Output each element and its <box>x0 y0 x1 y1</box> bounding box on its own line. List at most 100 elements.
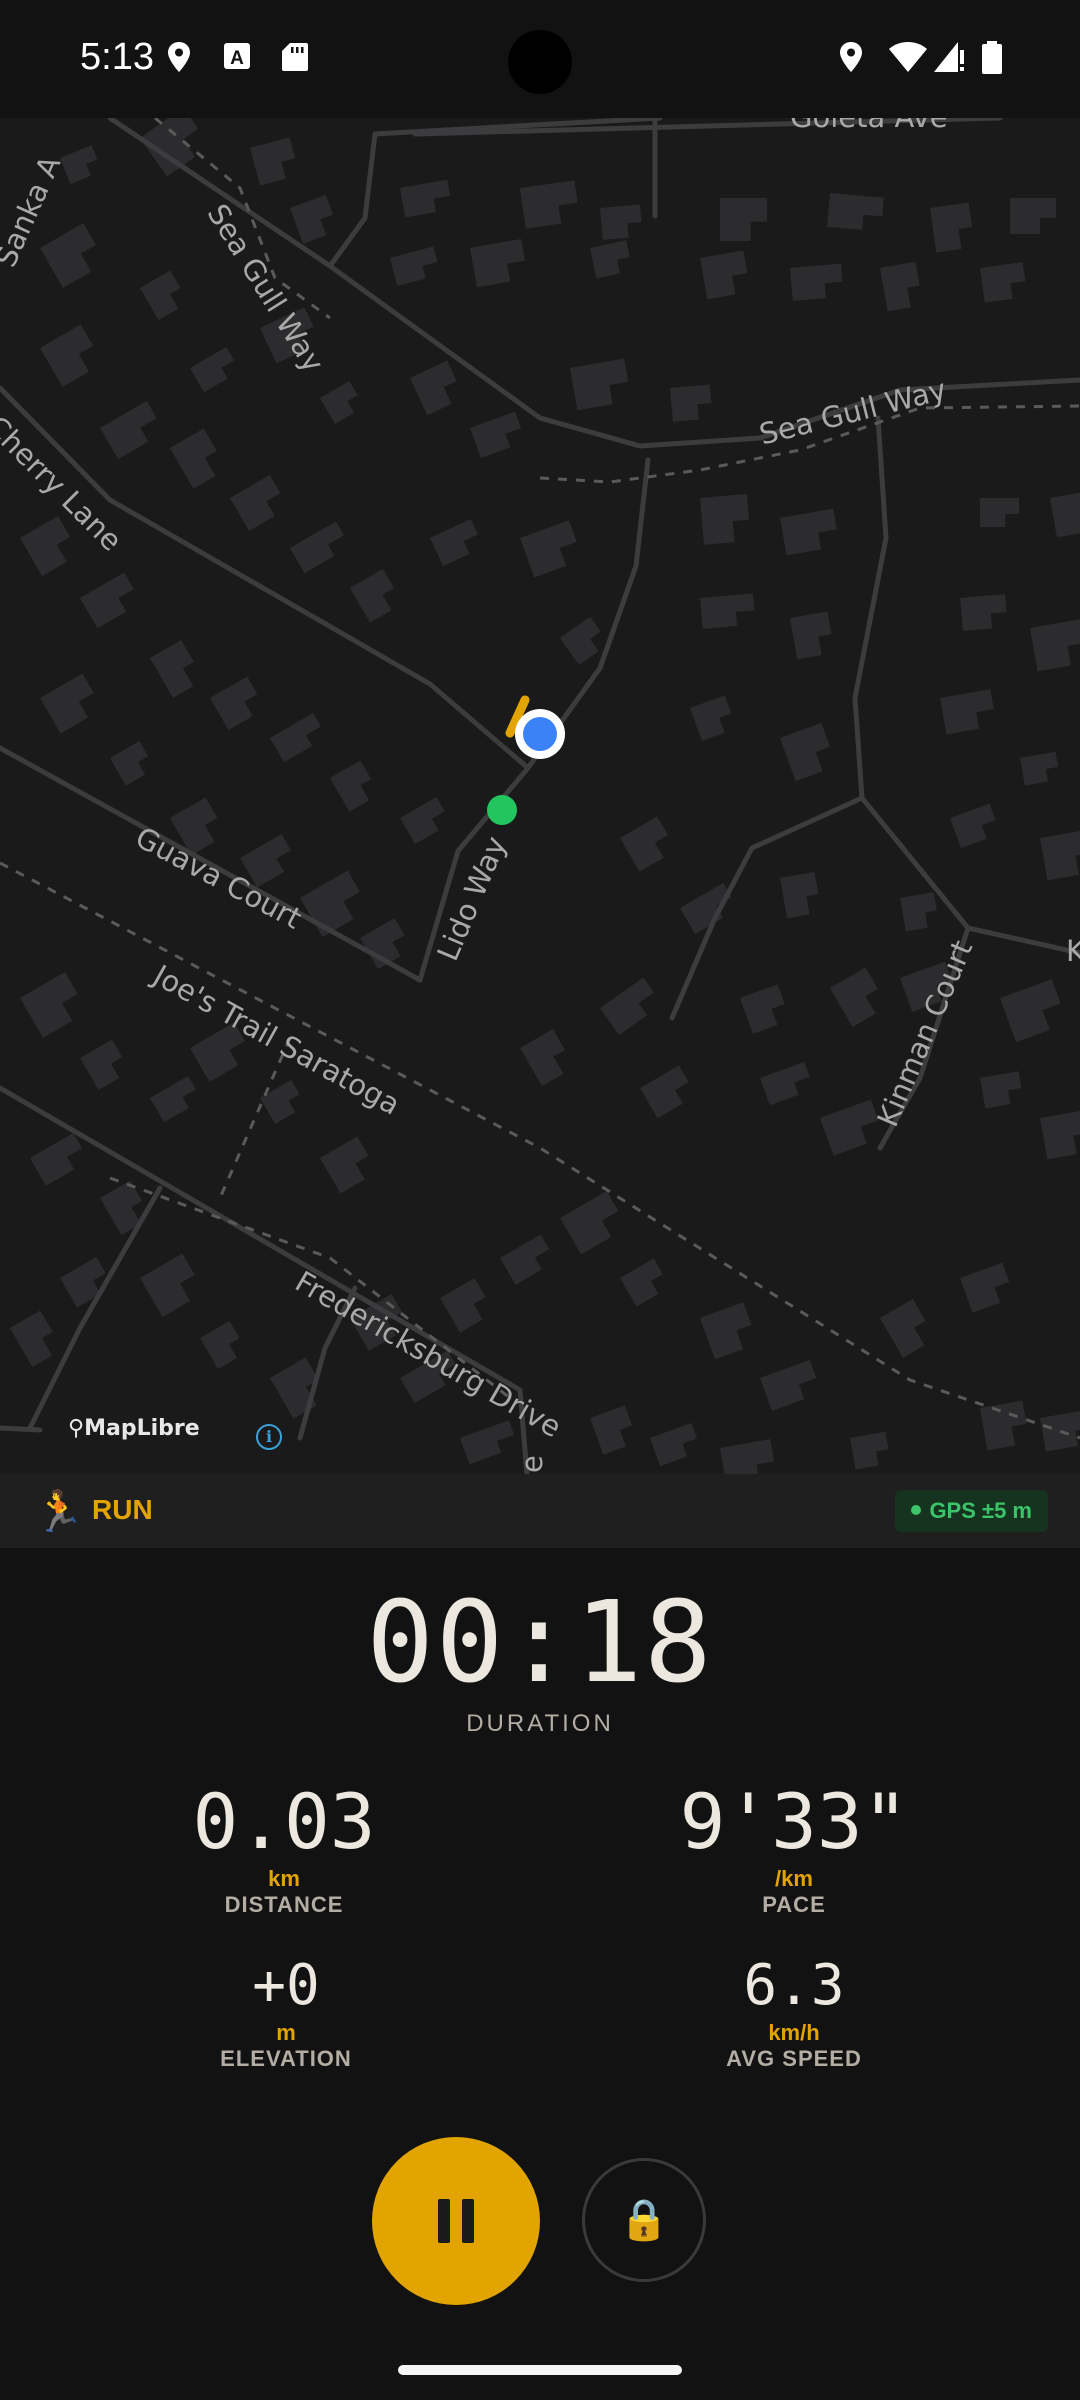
building <box>400 797 445 844</box>
map-label: Goleta Ave <box>790 118 948 134</box>
building <box>780 508 837 556</box>
location-icon <box>840 42 862 72</box>
building <box>780 871 819 919</box>
building-footprints <box>10 118 1080 1474</box>
building <box>670 384 712 422</box>
building <box>1010 198 1056 234</box>
building <box>980 1071 1022 1109</box>
building <box>780 722 830 782</box>
building <box>80 572 134 629</box>
building <box>700 593 755 629</box>
route-track <box>487 695 565 825</box>
home-indicator[interactable] <box>398 2365 682 2375</box>
distance-label: DISTANCE <box>224 1892 344 1917</box>
building <box>230 475 281 531</box>
building <box>440 1278 486 1333</box>
building <box>850 1431 889 1470</box>
building <box>520 1029 566 1087</box>
building <box>150 1076 196 1123</box>
building <box>320 1136 369 1194</box>
building <box>880 261 920 312</box>
building <box>10 1310 53 1367</box>
map-view[interactable]: Goleta Ave Sanka A Sea Gull Way Sea Gull… <box>0 118 1080 1474</box>
building <box>900 892 937 932</box>
location-icon <box>168 42 190 72</box>
building <box>260 1080 300 1124</box>
building <box>600 977 654 1036</box>
building <box>190 347 235 393</box>
pace-label: PACE <box>762 1892 826 1917</box>
building <box>830 967 878 1027</box>
building <box>700 1302 752 1360</box>
start-marker <box>487 795 517 825</box>
building <box>140 1253 195 1317</box>
building <box>250 137 296 186</box>
pause-button[interactable] <box>372 2137 540 2305</box>
building <box>790 611 832 660</box>
building <box>140 270 181 321</box>
distance-value: 0.03 <box>192 1777 376 1866</box>
elevation-unit: m <box>276 2020 296 2045</box>
map-canvas[interactable] <box>0 118 1080 1474</box>
building <box>980 1400 1027 1451</box>
building <box>150 640 194 698</box>
building <box>1040 1110 1080 1160</box>
building <box>300 870 361 937</box>
building <box>740 984 785 1034</box>
avg-speed-label: AVG SPEED <box>726 2046 862 2071</box>
lock-icon: 🔒 <box>619 2198 669 2242</box>
svg-text:A: A <box>230 48 244 69</box>
duration-value: 00:18 <box>366 1578 714 1708</box>
map-info-icon[interactable]: i <box>256 1424 282 1450</box>
building <box>940 689 994 735</box>
building <box>1000 979 1061 1043</box>
building <box>980 262 1026 303</box>
building <box>290 521 344 574</box>
battery-icon <box>982 41 1002 74</box>
building <box>110 741 149 786</box>
building <box>880 1299 926 1358</box>
building <box>1040 829 1080 881</box>
building <box>590 240 630 279</box>
avg-speed-unit: km/h <box>768 2020 820 2045</box>
wifi-icon <box>889 42 927 72</box>
building <box>980 498 1019 527</box>
lock-button[interactable]: 🔒 <box>582 2158 706 2282</box>
building <box>520 520 577 578</box>
building <box>20 972 78 1038</box>
gps-dot-icon <box>911 1505 922 1516</box>
maplibre-attribution[interactable]: ⚲MapLibre <box>68 1416 200 1441</box>
building <box>700 250 748 300</box>
building <box>330 760 372 812</box>
building <box>210 676 258 731</box>
building <box>520 180 578 229</box>
building <box>700 493 750 545</box>
building <box>640 1065 689 1119</box>
building <box>1040 1409 1080 1452</box>
building <box>1030 618 1080 672</box>
font-a-icon: A <box>224 43 250 69</box>
building <box>760 1061 810 1106</box>
current-position-marker <box>523 717 557 751</box>
building <box>590 1405 633 1455</box>
building <box>80 1039 123 1091</box>
signal-icon <box>934 42 964 72</box>
map-label: e <box>515 1455 549 1473</box>
building <box>40 223 96 288</box>
building <box>100 1180 143 1236</box>
avg-speed-value: 6.3 <box>743 1953 845 2018</box>
building <box>790 263 843 301</box>
building <box>350 569 394 623</box>
front-camera <box>508 30 572 94</box>
building <box>960 1262 1010 1313</box>
elevation-label: ELEVATION <box>220 2046 352 2071</box>
elevation-value: +0 <box>252 1953 320 2018</box>
status-time: 5:13 <box>80 36 154 78</box>
building <box>650 1422 697 1467</box>
activity-type: RUN <box>92 1494 153 1525</box>
pace-unit: /km <box>775 1866 813 1891</box>
building <box>200 1321 240 1370</box>
building <box>460 1420 515 1465</box>
building <box>40 673 94 734</box>
building <box>827 193 884 230</box>
